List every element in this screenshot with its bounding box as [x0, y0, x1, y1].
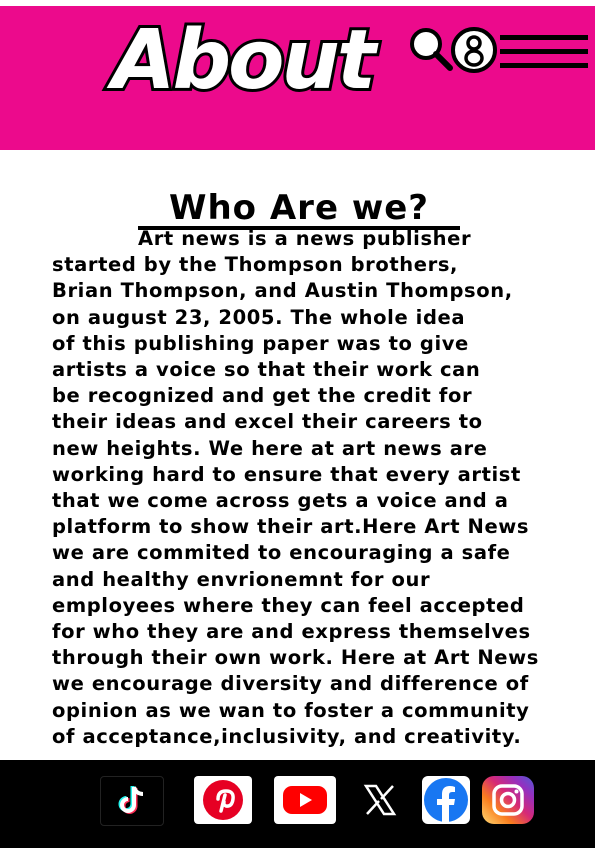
paragraph-line: opinion as we wan to foster a community	[52, 698, 530, 722]
youtube-icon[interactable]	[274, 776, 336, 824]
page-title: Who Are we?	[138, 190, 460, 230]
paragraph-line: on august 23, 2005. The whole idea	[52, 305, 466, 329]
paragraph-line: Art news is a news publisher	[138, 227, 472, 250]
paragraph-line: employees where they can feel accepted	[52, 593, 525, 617]
about-logo: About	[109, 13, 379, 108]
paragraph-line: their ideas and excel their careers to	[52, 410, 483, 434]
paragraph-line: we are commited to encouraging a safe	[52, 541, 511, 565]
paragraph-line: for who they are and express themselves	[52, 620, 531, 644]
paragraph-line: we encourage diversity and difference of	[52, 672, 529, 696]
paragraph-line: platform to show their art.Here Art News	[52, 515, 530, 539]
about-paragraph: Art news is a news publisher started by t…	[52, 226, 597, 750]
instagram-icon[interactable]	[482, 776, 534, 824]
paragraph-line: artists a voice so that their work can	[52, 358, 481, 382]
paragraph-line: Brian Thompson, and Austin Thompson,	[52, 279, 513, 303]
header-bar: About	[0, 6, 595, 150]
paragraph-line: working hard to ensure that every artist	[52, 462, 521, 486]
paragraph-line: and healthy envrionemnt for our	[52, 567, 431, 591]
paragraph-line: that we come across gets a voice and a	[52, 489, 509, 513]
paragraph-line: be recognized and get the credit for	[52, 384, 473, 408]
tiktok-icon[interactable]	[100, 776, 164, 826]
paragraph-line: through their own work. Here at Art News	[52, 646, 539, 670]
paragraph-line: new heights. We here at art news are	[52, 436, 488, 460]
footer-bar	[0, 760, 595, 848]
facebook-icon[interactable]	[422, 776, 470, 824]
pinterest-icon[interactable]	[194, 776, 252, 824]
search-icon[interactable]	[406, 26, 454, 74]
user-icon[interactable]	[450, 26, 498, 74]
paragraph-line: started by the Thompson brothers,	[52, 253, 459, 277]
paragraph-line: of this publishing paper was to give	[52, 331, 469, 355]
x-icon[interactable]	[354, 776, 406, 824]
paragraph-line: of acceptance,inclusivity, and creativit…	[52, 724, 522, 748]
menu-icon[interactable]	[500, 35, 588, 69]
